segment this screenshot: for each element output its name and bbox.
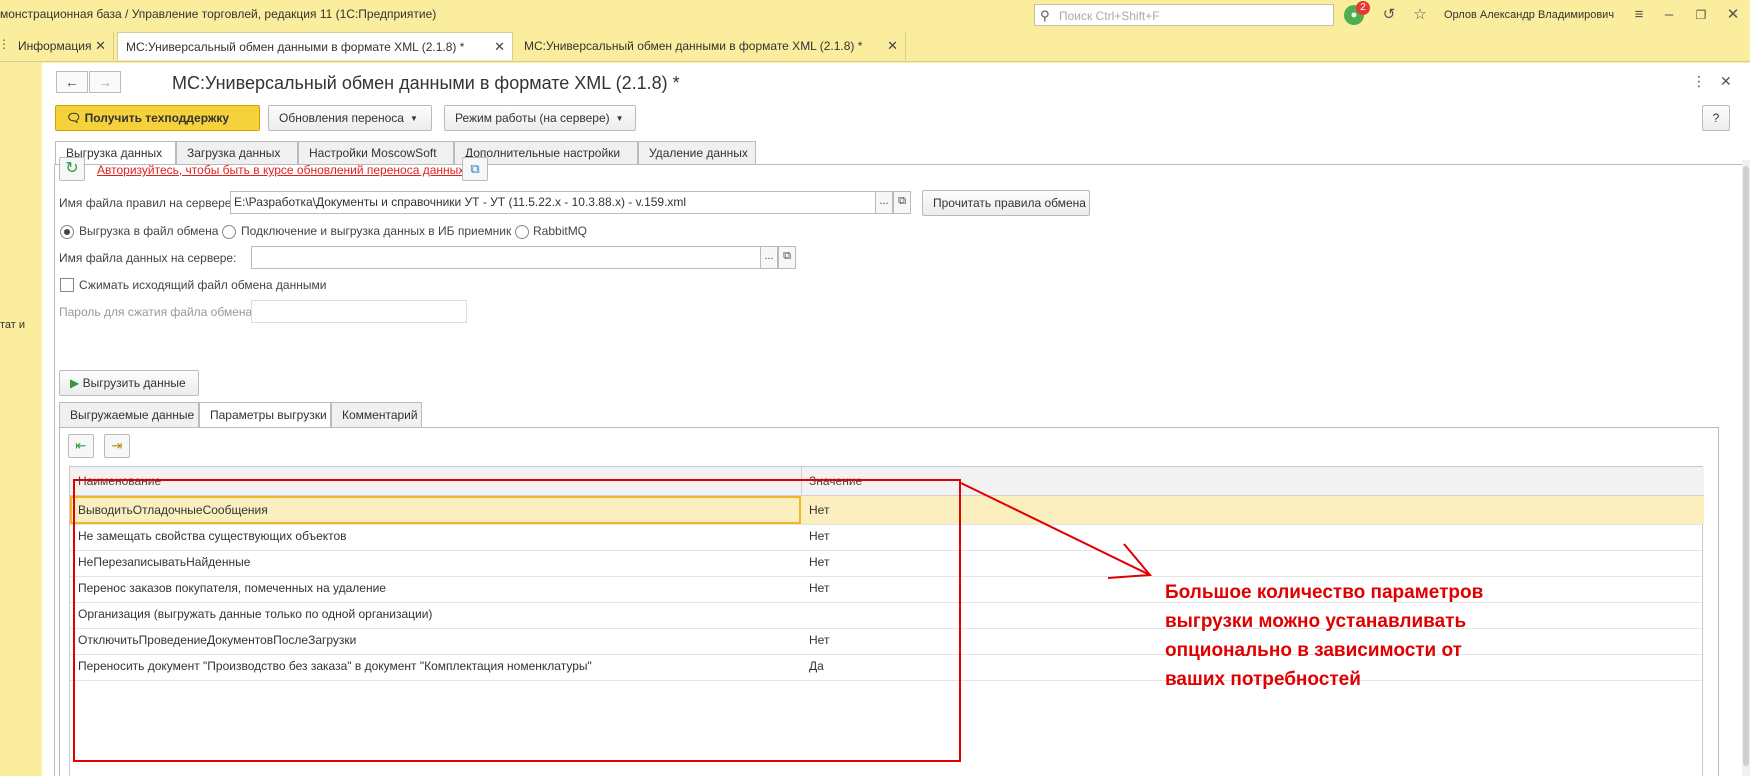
export-icon: ⇥ — [111, 438, 123, 453]
annotation-text: Большое количество параметров выгрузки м… — [1165, 578, 1565, 694]
rules-file-label: Имя файла правил на сервере: — [59, 196, 235, 210]
copy-icon: ⧉ — [470, 161, 480, 176]
radio-connect-and-export[interactable] — [222, 225, 236, 239]
read-rules-button[interactable]: Прочитать правила обмена — [922, 190, 1090, 216]
password-input[interactable] — [251, 300, 467, 323]
transfer-updates-label: Обновления переноса — [279, 111, 404, 125]
get-support-label: Получить техподдержку — [84, 111, 230, 125]
close-tab-icon[interactable]: ✕ — [494, 33, 505, 61]
open-icon: ⧉ — [783, 250, 791, 262]
tab-moscowsoft-settings[interactable]: Настройки MoscowSoft — [298, 141, 454, 165]
radio-export-to-file-label[interactable]: Выгрузка в файл обмена — [79, 224, 218, 238]
doc-tab-information[interactable]: Информация ✕ — [10, 32, 114, 60]
scrollbar-thumb[interactable] — [1743, 166, 1749, 766]
import-icon: ⇤ — [75, 438, 87, 453]
section-label[interactable]: тат и — [0, 319, 25, 331]
form-title: МС:Универсальный обмен данными в формате… — [172, 73, 680, 93]
save-parameters-button[interactable]: ⇥ — [104, 434, 130, 458]
export-data-button[interactable]: ▶ Выгрузить данные — [59, 370, 199, 396]
help-icon: ? — [1712, 111, 1720, 125]
doc-tab-label: МС:Универсальный обмен данными в формате… — [524, 39, 863, 53]
doc-tab-exchange-2[interactable]: МС:Универсальный обмен данными в формате… — [516, 32, 906, 60]
close-window-icon[interactable]: ✕ — [1722, 4, 1744, 26]
rules-file-open-button[interactable]: ⧉ — [893, 191, 911, 214]
annotation-line: опционально в зависимости от — [1165, 640, 1462, 661]
radio-export-to-file[interactable] — [60, 225, 74, 239]
rules-file-input[interactable]: E:\Разработка\Документы и справочники УТ… — [230, 191, 892, 214]
tab-delete-data[interactable]: Удаление данных — [638, 141, 756, 165]
forward-button[interactable]: → — [89, 71, 121, 93]
window-title: монстрационная база / Управление торговл… — [0, 7, 437, 21]
history-icon[interactable]: ↺ — [1378, 4, 1400, 26]
minimize-icon[interactable]: – — [1658, 4, 1680, 26]
user-name: Орлов Александр Владимирович — [1444, 9, 1615, 21]
play-icon: ▶ — [70, 376, 80, 390]
tab-comment[interactable]: Комментарий — [331, 402, 422, 428]
chevron-down-icon: ▼ — [409, 113, 418, 123]
work-mode-button[interactable]: Режим работы (на сервере) ▼ — [444, 105, 636, 131]
open-icon: ⧉ — [898, 195, 906, 207]
data-file-browse-button[interactable]: ... — [760, 246, 778, 269]
get-support-button[interactable]: 🗨 Получить техподдержку — [55, 105, 260, 131]
radio-rabbitmq-label[interactable]: RabbitMQ — [533, 224, 587, 238]
notifications-count-badge: 2 — [1356, 1, 1370, 15]
title-bar: монстрационная база / Управление торговл… — [0, 0, 1750, 28]
arrow-left-icon: ← — [65, 74, 79, 90]
doc-tab-exchange-1[interactable]: МС:Универсальный обмен данными в формате… — [117, 32, 513, 60]
panel-handle-icon[interactable]: ⋮ — [0, 33, 10, 55]
annotation-line: Большое количество параметров — [1165, 582, 1484, 603]
search-placeholder: Поиск Ctrl+Shift+F — [1059, 9, 1160, 23]
work-mode-label: Режим работы (на сервере) — [455, 111, 610, 125]
chevron-down-icon: ▼ — [615, 113, 624, 123]
tab-export-parameters[interactable]: Параметры выгрузки — [199, 402, 331, 428]
favorites-star-icon[interactable]: ☆ — [1409, 4, 1431, 26]
search-input[interactable]: ⚲ Поиск Ctrl+Shift+F — [1034, 4, 1334, 26]
data-file-label: Имя файла данных на сервере: — [59, 251, 237, 265]
data-file-open-button[interactable]: ⧉ — [778, 246, 796, 269]
annotation-line: ваших потребностей — [1165, 669, 1361, 690]
close-tab-icon[interactable]: ✕ — [887, 32, 898, 60]
refresh-icon: ↻ — [65, 160, 79, 177]
more-actions-icon[interactable]: ⋮ — [1692, 73, 1706, 90]
compress-checkbox[interactable] — [60, 278, 74, 292]
doc-tab-label: Информация — [18, 39, 92, 53]
restore-icon[interactable]: ❐ — [1690, 4, 1712, 26]
transfer-updates-button[interactable]: Обновления переноса ▼ — [268, 105, 432, 131]
tab-exported-data[interactable]: Выгружаемые данные — [59, 402, 199, 428]
compress-label[interactable]: Сжимать исходящий файл обмена данными — [79, 278, 326, 292]
rules-file-browse-button[interactable]: ... — [875, 191, 893, 214]
arrow-right-icon: → — [98, 74, 112, 90]
read-rules-label: Прочитать правила обмена — [933, 196, 1086, 210]
sections-panel: тат и — [0, 63, 42, 776]
annotation-line: выгрузки можно устанавливать — [1165, 611, 1467, 632]
data-file-input[interactable] — [251, 246, 761, 269]
close-tab-icon[interactable]: ✕ — [95, 32, 106, 60]
highlight-box — [73, 479, 961, 762]
chat-icon: 🗨 — [66, 111, 82, 125]
search-icon: ⚲ — [1040, 8, 1050, 23]
export-data-label: Выгрузить данные — [82, 376, 186, 390]
radio-connect-and-export-label[interactable]: Подключение и выгрузка данных в ИБ прием… — [241, 224, 511, 238]
close-form-icon[interactable]: ✕ — [1720, 73, 1732, 90]
open-documents-bar: ⋮ Информация ✕ МС:Универсальный обмен да… — [0, 30, 1750, 62]
radio-rabbitmq[interactable] — [515, 225, 529, 239]
load-parameters-button[interactable]: ⇤ — [68, 434, 94, 458]
password-label: Пароль для сжатия файла обмена: — [59, 305, 256, 319]
doc-tab-label: МС:Универсальный обмен данными в формате… — [126, 40, 465, 54]
help-button[interactable]: ? — [1702, 105, 1730, 131]
tab-import[interactable]: Загрузка данных — [176, 141, 298, 165]
back-button[interactable]: ← — [56, 71, 88, 93]
main-menu-icon[interactable]: ≡ — [1628, 4, 1650, 26]
refresh-button[interactable]: ↻ — [59, 157, 85, 181]
auth-link[interactable]: Авторизуйтесь, чтобы быть в курсе обновл… — [97, 163, 464, 177]
copy-settings-button[interactable]: ⧉ — [462, 157, 488, 181]
